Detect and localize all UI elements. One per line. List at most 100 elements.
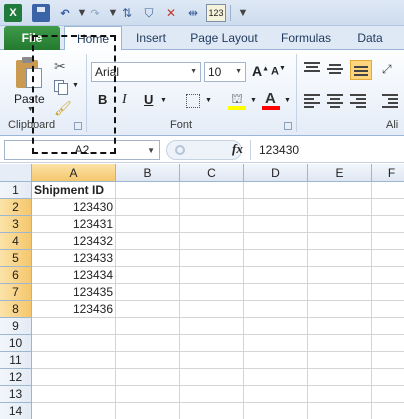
select-all-corner[interactable]: [0, 164, 32, 182]
font-launcher-icon[interactable]: [284, 122, 292, 130]
excel-logo-icon[interactable]: X: [4, 4, 22, 22]
copy-icon[interactable]: [54, 80, 68, 95]
cell-d2[interactable]: [244, 199, 308, 216]
cell-e9[interactable]: [308, 318, 372, 335]
cell-f3[interactable]: [372, 216, 404, 233]
shrink-font-icon[interactable]: A▼: [271, 65, 286, 78]
align-bottom-icon[interactable]: [350, 60, 372, 80]
underline-dropdown-icon[interactable]: ▼: [160, 97, 167, 104]
expand-handle-icon[interactable]: [175, 145, 185, 155]
cell-c7[interactable]: [180, 284, 244, 301]
cell-a12[interactable]: [32, 369, 116, 386]
cell-f11[interactable]: [372, 352, 404, 369]
row-header-7[interactable]: 7: [0, 284, 32, 301]
decrease-indent-icon[interactable]: [382, 94, 398, 108]
row-header-9[interactable]: 9: [0, 318, 32, 335]
cell-e6[interactable]: [308, 267, 372, 284]
format-painter-icon[interactable]: 🖌: [54, 100, 72, 117]
fill-color-icon[interactable]: ⛫: [228, 90, 246, 110]
orientation-icon[interactable]: ⤢: [382, 62, 392, 77]
tab-formulas[interactable]: Formulas: [276, 26, 336, 50]
font-color-icon[interactable]: A: [262, 90, 280, 110]
cell-d7[interactable]: [244, 284, 308, 301]
cell-d5[interactable]: [244, 250, 308, 267]
redo-icon[interactable]: ↷: [86, 4, 104, 22]
cell-a10[interactable]: [32, 335, 116, 352]
align-center-icon[interactable]: [327, 94, 343, 108]
bold-button[interactable]: B: [98, 92, 107, 107]
cell-f2[interactable]: [372, 199, 404, 216]
font-name-select[interactable]: Arial ▼: [91, 62, 201, 82]
row-header-10[interactable]: 10: [0, 335, 32, 352]
align-right-icon[interactable]: [350, 94, 366, 108]
cell-e2[interactable]: [308, 199, 372, 216]
undo-icon[interactable]: ↶: [56, 4, 74, 22]
cell-b7[interactable]: [116, 284, 180, 301]
cell-c3[interactable]: [180, 216, 244, 233]
name-box[interactable]: A2 ▼: [4, 140, 160, 160]
filter-icon[interactable]: ⛉: [140, 4, 158, 22]
cell-e5[interactable]: [308, 250, 372, 267]
cell-a5[interactable]: 123433: [32, 250, 116, 267]
chevron-down-icon[interactable]: ▼: [235, 63, 242, 81]
cell-a13[interactable]: [32, 386, 116, 403]
cell-c8[interactable]: [180, 301, 244, 318]
cell-f14[interactable]: [372, 403, 404, 419]
row-header-12[interactable]: 12: [0, 369, 32, 386]
cell-e8[interactable]: [308, 301, 372, 318]
cell-c5[interactable]: [180, 250, 244, 267]
paste-button[interactable]: Paste: [14, 92, 45, 106]
cell-d11[interactable]: [244, 352, 308, 369]
paste-icon[interactable]: [14, 56, 44, 90]
cell-f7[interactable]: [372, 284, 404, 301]
cell-a14[interactable]: [32, 403, 116, 419]
worksheet-grid[interactable]: A B C D E F 1 Shipment ID 2 123430 3 123431 4 123432 5…: [0, 164, 404, 419]
cell-e1[interactable]: [308, 182, 372, 199]
row-header-1[interactable]: 1: [0, 182, 32, 199]
cell-b2[interactable]: [116, 199, 180, 216]
cell-e11[interactable]: [308, 352, 372, 369]
column-header-c[interactable]: C: [180, 164, 244, 182]
save-icon[interactable]: [32, 4, 50, 22]
column-header-e[interactable]: E: [308, 164, 372, 182]
tab-home[interactable]: Home: [64, 26, 122, 51]
cell-f5[interactable]: [372, 250, 404, 267]
cell-a2[interactable]: 123430: [32, 199, 116, 216]
borders-dropdown-icon[interactable]: ▼: [205, 97, 212, 104]
tab-file[interactable]: File: [4, 26, 60, 50]
cell-a9[interactable]: [32, 318, 116, 335]
cell-c11[interactable]: [180, 352, 244, 369]
align-middle-icon[interactable]: [327, 62, 343, 74]
cell-a6[interactable]: 123434: [32, 267, 116, 284]
tab-insert[interactable]: Insert: [128, 26, 174, 50]
insert-function-icon[interactable]: fx: [232, 141, 243, 157]
cell-c14[interactable]: [180, 403, 244, 419]
cell-d10[interactable]: [244, 335, 308, 352]
column-header-d[interactable]: D: [244, 164, 308, 182]
fill-color-dropdown-icon[interactable]: ▼: [250, 97, 257, 104]
cell-a7[interactable]: 123435: [32, 284, 116, 301]
cell-f1[interactable]: [372, 182, 404, 199]
cell-d6[interactable]: [244, 267, 308, 284]
row-header-14[interactable]: 14: [0, 403, 32, 419]
copy-dropdown-icon[interactable]: ▼: [72, 82, 79, 89]
cell-b4[interactable]: [116, 233, 180, 250]
cell-a1[interactable]: Shipment ID: [32, 182, 116, 199]
cell-b3[interactable]: [116, 216, 180, 233]
font-color-dropdown-icon[interactable]: ▼: [284, 97, 291, 104]
cell-b8[interactable]: [116, 301, 180, 318]
cell-f10[interactable]: [372, 335, 404, 352]
cell-e4[interactable]: [308, 233, 372, 250]
cell-d9[interactable]: [244, 318, 308, 335]
cell-e10[interactable]: [308, 335, 372, 352]
cell-e13[interactable]: [308, 386, 372, 403]
grow-font-icon[interactable]: A▲: [252, 63, 269, 79]
cell-c10[interactable]: [180, 335, 244, 352]
cell-e7[interactable]: [308, 284, 372, 301]
cell-d8[interactable]: [244, 301, 308, 318]
cell-d3[interactable]: [244, 216, 308, 233]
formula-input[interactable]: 123430: [250, 140, 404, 160]
cell-b14[interactable]: [116, 403, 180, 419]
row-header-13[interactable]: 13: [0, 386, 32, 403]
cell-d14[interactable]: [244, 403, 308, 419]
